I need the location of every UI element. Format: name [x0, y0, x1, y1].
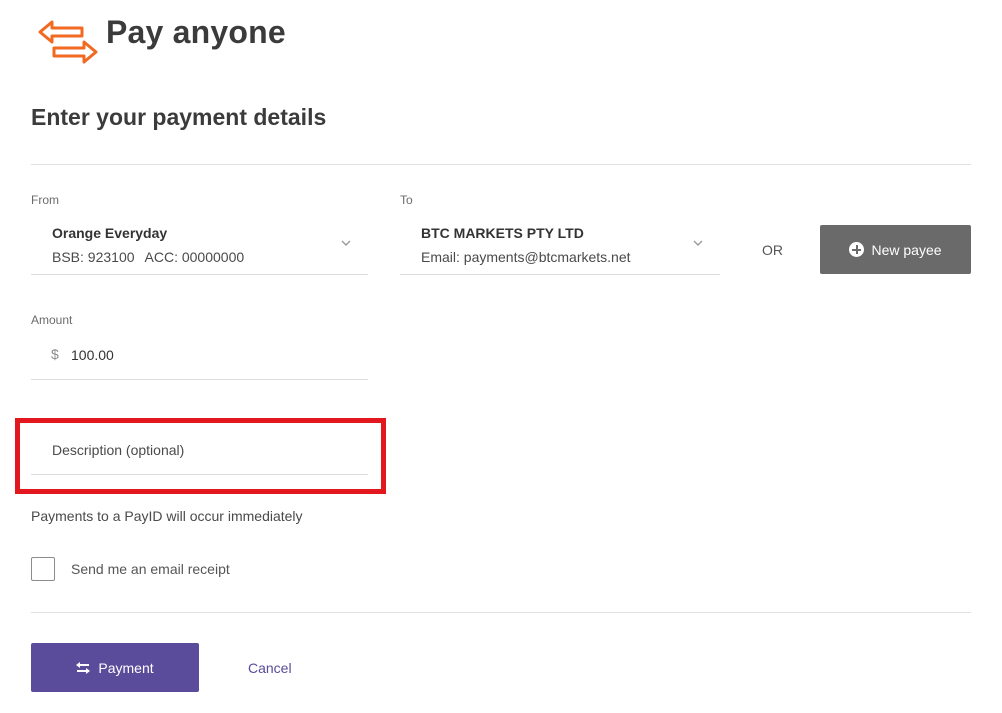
payid-info-text: Payments to a PayID will occur immediate…: [31, 508, 303, 524]
or-separator: OR: [762, 242, 783, 258]
email-receipt-label[interactable]: Send me an email receipt: [71, 561, 230, 577]
plus-circle-icon: [849, 242, 865, 257]
new-payee-button[interactable]: New payee: [820, 225, 971, 274]
amount-input[interactable]: [71, 343, 351, 367]
transfer-arrows-icon: [38, 20, 98, 64]
from-account-name: Orange Everyday: [52, 225, 168, 241]
pay-anyone-page: Pay anyone Enter your payment details Fr…: [0, 0, 1002, 713]
from-account-select[interactable]: Orange Everyday BSB: 923100 ACC: 00000000: [31, 214, 368, 275]
to-payee-name: BTC MARKETS PTY LTD: [421, 225, 584, 241]
from-bsb: BSB: 923100: [52, 249, 135, 265]
new-payee-label: New payee: [871, 241, 942, 258]
to-label: To: [400, 193, 413, 207]
bottom-divider: [31, 612, 971, 613]
section-title: Enter your payment details: [31, 104, 327, 130]
to-payee-detail: Email: payments@btcmarkets.net: [421, 249, 631, 265]
email-receipt-checkbox[interactable]: [31, 557, 55, 581]
page-title: Pay anyone: [106, 14, 286, 50]
description-input[interactable]: [52, 439, 352, 461]
top-divider: [31, 164, 971, 165]
description-field: [31, 430, 368, 475]
amount-field: $: [31, 335, 368, 380]
payment-button-label: Payment: [98, 659, 154, 676]
from-label: From: [31, 193, 59, 207]
from-acc: ACC: 00000000: [144, 249, 245, 265]
swap-arrows-icon: [76, 661, 91, 674]
payment-button[interactable]: Payment: [31, 643, 199, 692]
chevron-down-icon: [693, 240, 703, 246]
from-account-numbers: BSB: 923100 ACC: 00000000: [52, 249, 244, 265]
cancel-link[interactable]: Cancel: [248, 660, 292, 676]
currency-symbol: $: [51, 346, 59, 362]
chevron-down-icon: [341, 240, 351, 246]
to-payee-select[interactable]: BTC MARKETS PTY LTD Email: payments@btcm…: [400, 214, 720, 275]
amount-label: Amount: [31, 313, 73, 327]
